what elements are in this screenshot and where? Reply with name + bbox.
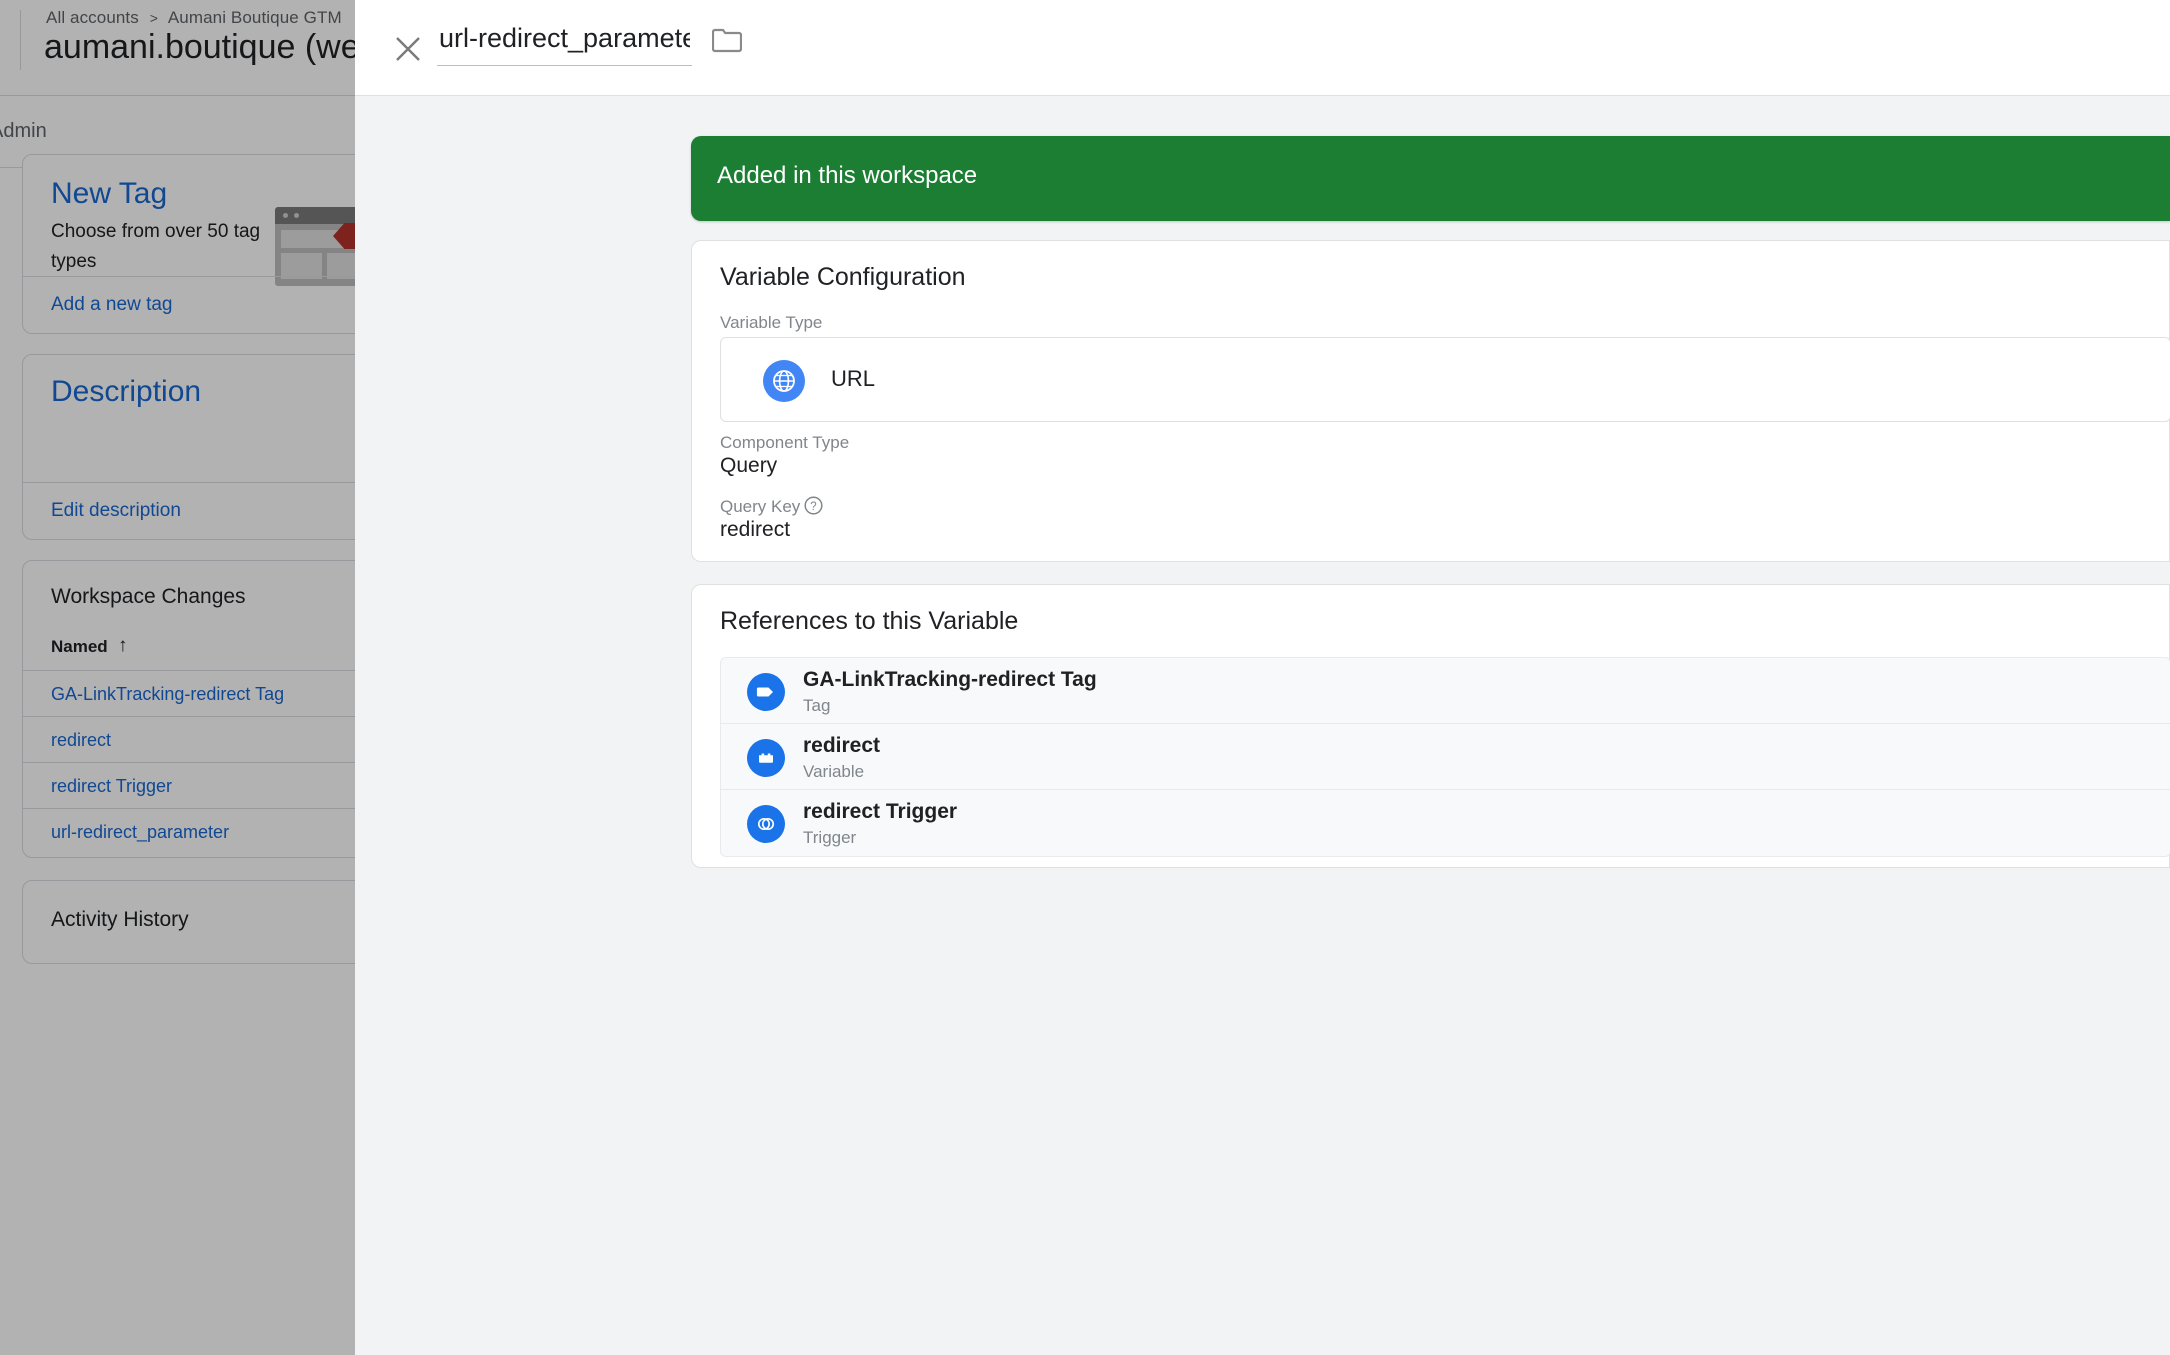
activity-history-title: Activity History (51, 908, 189, 931)
reference-name: redirect (803, 734, 881, 757)
breadcrumb-account[interactable]: Aumani Boutique GTM (168, 8, 342, 27)
change-item-label: redirect Trigger (51, 776, 173, 796)
reference-type: Trigger (803, 828, 857, 847)
variable-detail-drawer: Added in this workspace Variable Configu… (355, 0, 2170, 1355)
reference-name: GA-LinkTracking-redirect Tag (803, 668, 1097, 691)
drawer-body: Added in this workspace Variable Configu… (355, 96, 2170, 1355)
workspace-changes-title: Workspace Changes (51, 585, 246, 608)
header-divider (20, 10, 21, 70)
query-key-value: redirect (720, 518, 791, 541)
column-header-named: Named (51, 637, 108, 656)
component-type-value: Query (720, 454, 778, 477)
svg-text:?: ? (810, 501, 816, 513)
tag-icon (747, 673, 785, 711)
sort-ascending-icon: ↑ (118, 635, 128, 656)
add-a-new-tag-label: Add a new tag (51, 294, 173, 315)
status-banner: Added in this workspace (691, 136, 2170, 221)
breadcrumb-separator-icon: > (149, 10, 158, 26)
component-type-label: Component Type (720, 433, 850, 452)
variable-configuration-title: Variable Configuration (720, 263, 966, 291)
change-item-label: GA-LinkTracking-redirect Tag (51, 684, 285, 704)
variable-icon (747, 739, 785, 777)
tab-admin[interactable]: Admin (0, 120, 47, 143)
reference-type: Tag (803, 696, 831, 715)
variable-type-value: URL (831, 366, 876, 391)
help-icon[interactable]: ? (804, 496, 823, 515)
references-title: References to this Variable (720, 607, 1019, 635)
breadcrumb: All accounts > Aumani Boutique GTM (46, 8, 342, 28)
description-title: Description (51, 375, 202, 408)
breadcrumb-all-accounts[interactable]: All accounts (46, 8, 139, 27)
edit-description-label: Edit description (51, 500, 181, 521)
globe-icon (763, 360, 805, 402)
status-banner-text: Added in this workspace (717, 162, 978, 189)
change-item-label: url-redirect_parameter (51, 822, 230, 842)
variable-name-field (437, 18, 692, 66)
folder-icon[interactable] (705, 20, 749, 64)
variable-name-input[interactable] (437, 18, 692, 66)
references-list: GA-LinkTracking-redirect Tag Tag redirec… (720, 657, 2170, 857)
reference-name: redirect Trigger (803, 800, 958, 823)
list-item[interactable]: GA-LinkTracking-redirect Tag Tag (721, 658, 2170, 724)
new-tag-subtitle: Choose from over 50 tag types (51, 221, 261, 272)
new-tag-title: New Tag (51, 177, 168, 210)
trigger-icon (747, 805, 785, 843)
variable-configuration-panel: Variable Configuration Variable Type URL… (691, 240, 2170, 562)
query-key-label: Query Key (720, 497, 801, 516)
list-item[interactable]: redirect Trigger Trigger (721, 790, 2170, 856)
variable-type-selector[interactable]: URL (720, 337, 2170, 422)
drawer-header (355, 0, 2170, 96)
references-panel: References to this Variable GA-LinkTrack… (691, 584, 2170, 868)
variable-type-label: Variable Type (720, 313, 823, 332)
list-item[interactable]: redirect Variable (721, 724, 2170, 790)
reference-type: Variable (803, 762, 865, 781)
close-icon[interactable] (375, 16, 439, 80)
change-item-label: redirect (51, 730, 112, 750)
